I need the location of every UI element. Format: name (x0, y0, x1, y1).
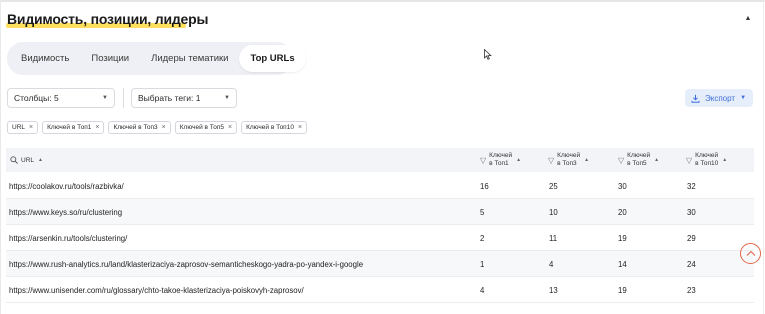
table-header: URL ▲ ▽ Ключей в Топ1 ▲ ▽ Ключей в Топ3 ▲ … (6, 148, 754, 172)
cell-top5: 19 (618, 285, 627, 295)
chevron-up-icon[interactable]: ▲ (744, 15, 752, 23)
chip-label: URL (12, 124, 26, 131)
cell-top1: 16 (480, 181, 489, 191)
cell-top10: 32 (687, 181, 696, 191)
chip-top3[interactable]: Ключей в Топ3 × (108, 121, 171, 134)
sort-icon[interactable]: ▲ (584, 157, 589, 163)
columns-select[interactable]: Столбцы: 5 ▼ (7, 88, 115, 108)
cell-top5: 14 (618, 259, 627, 269)
close-icon[interactable]: × (228, 124, 232, 131)
mouse-cursor-icon (484, 49, 492, 60)
chip-top1[interactable]: Ключей в Топ1 × (42, 121, 105, 134)
search-icon (10, 156, 18, 164)
cell-top10: 24 (687, 259, 696, 269)
sort-icon[interactable]: ▲ (722, 157, 727, 163)
column-label: в Топ3 (557, 160, 577, 167)
chip-url[interactable]: URL × (7, 121, 39, 134)
close-icon[interactable]: × (29, 124, 33, 131)
cell-top1: 5 (480, 207, 485, 217)
cell-url[interactable]: https://www.rush-analytics.ru/land/klast… (9, 251, 363, 277)
cell-top1: 2 (480, 233, 485, 243)
close-icon[interactable]: × (95, 124, 99, 131)
cell-top3: 13 (549, 285, 558, 295)
cell-top3: 10 (549, 207, 558, 217)
column-header-url[interactable]: URL ▲ (10, 148, 43, 172)
cell-url[interactable]: https://coolakov.ru/tools/razbivka/ (9, 173, 124, 199)
column-header-top3[interactable]: ▽ Ключей в Топ3 ▲ (548, 148, 589, 172)
column-header-top1[interactable]: ▽ Ключей в Топ1 ▲ (480, 148, 521, 172)
scroll-to-top-button[interactable] (740, 243, 761, 264)
cell-url[interactable]: https://www.keys.so/ru/clustering (9, 199, 122, 225)
column-label: в Топ10 (695, 160, 719, 167)
column-label: Ключей (695, 152, 719, 159)
table-row[interactable]: https://arsenkin.ru/tools/clustering/ 2 … (6, 225, 754, 251)
cell-top5: 19 (618, 233, 627, 243)
chip-label: Ключей в Топ3 (113, 124, 158, 131)
cell-top5: 20 (618, 207, 627, 217)
cell-top1: 1 (480, 259, 485, 269)
close-icon[interactable]: × (298, 124, 302, 131)
filter-icon[interactable]: ▽ (618, 156, 624, 165)
divider (123, 88, 124, 108)
table-row[interactable]: https://www.keys.so/ru/clustering 5 10 2… (6, 199, 754, 225)
tab-leaders[interactable]: Лидеры тематики (140, 45, 239, 72)
tab-positions[interactable]: Позиции (80, 45, 140, 72)
chevron-down-icon: ▼ (224, 95, 230, 101)
sort-icon[interactable]: ▲ (516, 157, 521, 163)
chip-top10[interactable]: Ключей в Топ10 × (241, 121, 308, 134)
cell-top10: 30 (687, 207, 696, 217)
column-header-top10[interactable]: ▽ Ключей в Топ10 ▲ (686, 148, 727, 172)
column-label: Ключей (489, 152, 513, 159)
filter-icon[interactable]: ▽ (548, 156, 554, 165)
columns-select-label: Столбцы: 5 (14, 93, 59, 103)
sort-icon[interactable]: ▲ (654, 157, 659, 163)
export-button[interactable]: Экспорт ▼ (685, 89, 753, 107)
cell-top10: 23 (687, 285, 696, 295)
column-label: Ключей (557, 152, 581, 159)
column-label: Ключей (627, 152, 651, 159)
column-label: в Топ1 (489, 160, 509, 167)
column-header-top5[interactable]: ▽ Ключей в Топ5 ▲ (618, 148, 659, 172)
right-border (763, 0, 764, 314)
close-icon[interactable]: × (162, 124, 166, 131)
cell-top10: 29 (687, 233, 696, 243)
column-label: URL (21, 156, 35, 164)
export-label: Экспорт (705, 93, 736, 103)
cell-top5: 30 (618, 181, 627, 191)
cell-url[interactable]: https://www.unisender.com/ru/glossary/ch… (9, 277, 304, 303)
sort-icon[interactable]: ▲ (38, 157, 43, 163)
chip-top5[interactable]: Ключей в Топ5 × (174, 121, 238, 134)
cell-top3: 25 (549, 181, 558, 191)
top-border (0, 0, 765, 2)
left-border (0, 0, 1, 314)
tags-select-label: Выбрать теги: 1 (138, 93, 201, 103)
table-row[interactable]: https://coolakov.ru/tools/razbivka/ 16 2… (6, 173, 754, 199)
chip-label: Ключей в Топ1 (47, 124, 92, 131)
cell-top1: 4 (480, 285, 485, 295)
download-icon (691, 94, 700, 103)
page-title: Видимость, позиции, лидеры (7, 11, 209, 27)
table-row[interactable]: https://www.rush-analytics.ru/land/klast… (6, 251, 754, 277)
active-filter-chips: URL × Ключей в Топ1 × Ключей в Топ3 × Ключе… (7, 121, 308, 134)
chip-label: Ключей в Топ10 (246, 124, 294, 131)
chip-label: Ключей в Топ5 (179, 124, 224, 131)
arrow-up-icon (746, 250, 755, 256)
tab-top-urls[interactable]: Top URLs (239, 45, 306, 72)
table-row[interactable]: https://www.unisender.com/ru/glossary/ch… (6, 277, 754, 303)
column-label: в Топ5 (627, 160, 647, 167)
filter-icon[interactable]: ▽ (480, 156, 486, 165)
cell-top3: 11 (549, 233, 558, 243)
tags-select[interactable]: Выбрать теги: 1 ▼ (131, 88, 237, 108)
cell-top3: 4 (549, 259, 554, 269)
cell-url[interactable]: https://arsenkin.ru/tools/clustering/ (9, 225, 127, 251)
chevron-down-icon: ▼ (740, 95, 747, 101)
tab-bar: Видимость Позиции Лидеры тематики Top UR… (7, 42, 306, 75)
tab-visibility[interactable]: Видимость (10, 45, 80, 72)
chevron-down-icon: ▼ (102, 95, 108, 101)
filter-icon[interactable]: ▽ (686, 156, 692, 165)
